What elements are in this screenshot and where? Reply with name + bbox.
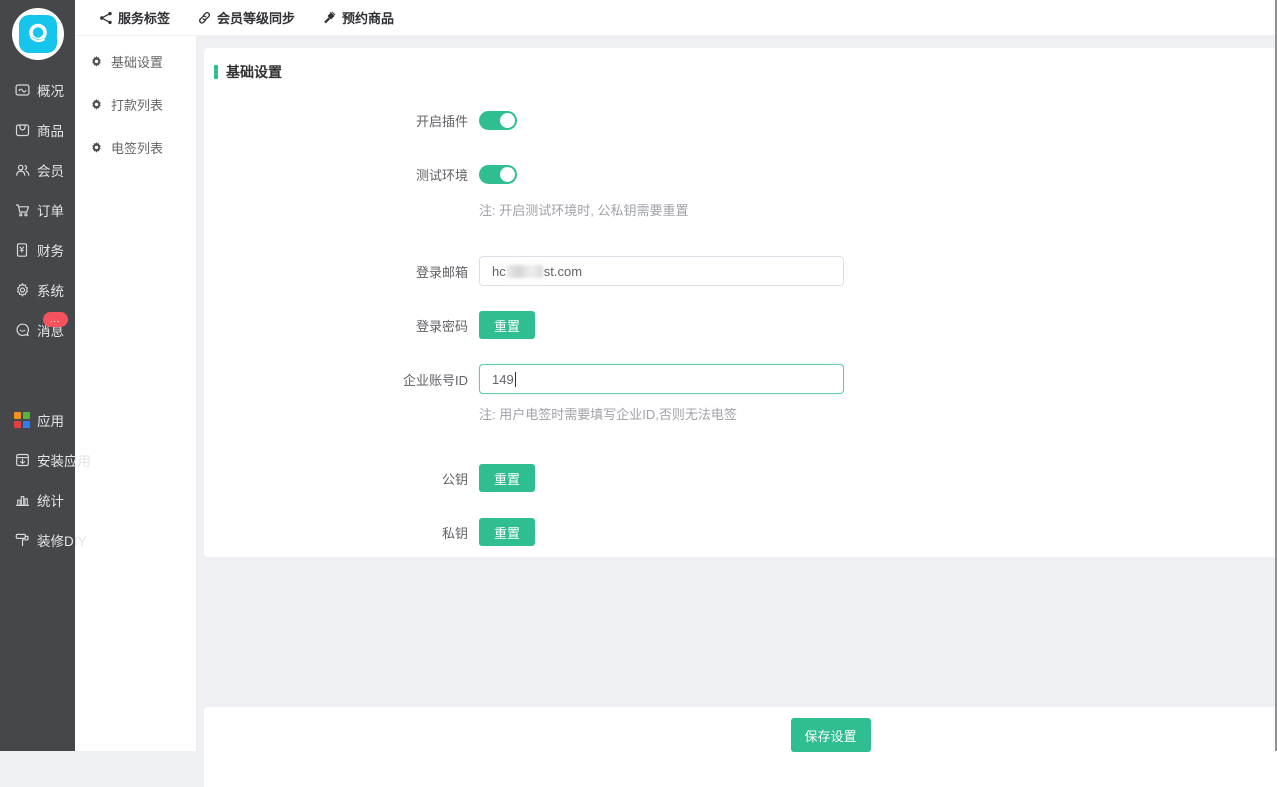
logo-icon [19, 15, 57, 53]
sidebar-item-label: 会员 [37, 160, 64, 180]
sidebar-gap [0, 350, 75, 400]
sidebar-nav: 概况 商品 会员 订单 [0, 70, 75, 560]
tab-label: 预约商品 [342, 8, 394, 27]
text-cursor [515, 372, 516, 387]
form-row-public-key: 公钥 重置 [204, 464, 1277, 492]
gear-icon [90, 55, 103, 68]
sidebar-item-label: 商品 [37, 120, 64, 140]
sidebar-item-apps[interactable]: 应用 [0, 400, 75, 440]
panel-header: 基础设置 [204, 48, 1277, 82]
basic-settings-panel: 基础设置 开启插件 测试环境 注: 开启测试环境时, 公私钥需要重置 登录邮箱 [204, 48, 1277, 557]
share-icon [99, 11, 113, 25]
sidebar-item-basic-settings[interactable]: 基础设置 [75, 40, 196, 83]
password-label: 登录密码 [204, 316, 468, 335]
sidebar-item-label: 系统 [37, 280, 64, 300]
top-tab-bar: 服务标签 会员等级同步 预约商品 [75, 0, 1277, 36]
sidebar-item-overview[interactable]: 概况 [0, 70, 75, 110]
public-key-reset-button[interactable]: 重置 [479, 464, 535, 492]
email-redacted-chunk [507, 265, 543, 278]
sidebar-item-goods[interactable]: 商品 [0, 110, 75, 150]
form-row-email: 登录邮箱 hc st.com [204, 256, 1277, 286]
sidebar-item-payment-list[interactable]: 打款列表 [75, 83, 196, 126]
plugin-label: 开启插件 [204, 111, 468, 130]
footer-action-bar: 保存设置 [204, 707, 1277, 787]
goods-icon [13, 122, 31, 138]
sidebar-item-messages[interactable]: ... 消息 [0, 310, 75, 350]
email-value-suffix: st.com [544, 264, 582, 279]
sidebar-item-label: 安装应用 [37, 450, 91, 470]
panel-title: 基础设置 [226, 62, 282, 82]
password-reset-button[interactable]: 重置 [479, 311, 535, 339]
orders-icon [13, 202, 31, 218]
sidebar-item-esign-list[interactable]: 电签列表 [75, 126, 196, 169]
decorate-diy-icon [13, 532, 31, 548]
main-sidebar: 概况 商品 会员 订单 [0, 0, 75, 751]
messages-badge: ... [43, 312, 68, 327]
finance-icon [13, 242, 31, 258]
enterprise-id-label: 企业账号ID [204, 370, 468, 389]
public-key-label: 公钥 [204, 469, 468, 488]
gear-icon [90, 141, 103, 154]
sidebar-item-system[interactable]: 系统 [0, 270, 75, 310]
statistics-icon [13, 492, 31, 508]
tab-reserve-goods[interactable]: 预约商品 [309, 0, 408, 36]
settings-sidebar: 基础设置 打款列表 电签列表 [75, 36, 197, 751]
sidebar-item-orders[interactable]: 订单 [0, 190, 75, 230]
tab-label: 服务标签 [118, 8, 170, 27]
sidebar-item-label: 打款列表 [111, 95, 163, 114]
sidebar-item-label: 统计 [37, 490, 64, 510]
form-row-test-env: 测试环境 [204, 165, 1277, 184]
install-app-icon [13, 452, 31, 468]
apps-icon [13, 412, 31, 428]
members-icon [13, 162, 31, 178]
toggle-knob [500, 167, 515, 182]
logo-circle [12, 8, 64, 60]
form-row-private-key: 私钥 重置 [204, 518, 1277, 546]
save-settings-button[interactable]: 保存设置 [791, 718, 871, 752]
email-label: 登录邮箱 [204, 262, 468, 281]
system-icon [13, 282, 31, 298]
tab-service-tags[interactable]: 服务标签 [85, 0, 184, 36]
enterprise-id-note: 注: 用户电签时需要填写企业ID,否则无法电签 [479, 404, 1277, 423]
app-logo[interactable] [0, 0, 75, 60]
gear-icon [90, 98, 103, 111]
sidebar-item-label: 财务 [37, 240, 64, 260]
email-field[interactable]: hc st.com [479, 256, 844, 286]
test-env-note: 注: 开启测试环境时, 公私钥需要重置 [479, 200, 1277, 219]
sidebar-item-decorate-diy[interactable]: 装修DIY [0, 520, 75, 560]
email-value-prefix: hc [492, 264, 506, 279]
form-row-password: 登录密码 重置 [204, 311, 1277, 339]
tab-label: 会员等级同步 [217, 8, 295, 27]
form-row-enterprise-id: 企业账号ID 149 [204, 364, 1277, 394]
app-window: 概况 商品 会员 订单 [0, 0, 1277, 751]
sidebar-item-members[interactable]: 会员 [0, 150, 75, 190]
private-key-reset-button[interactable]: 重置 [479, 518, 535, 546]
sidebar-item-finance[interactable]: 财务 [0, 230, 75, 270]
dashboard-icon [13, 82, 31, 98]
enterprise-id-field[interactable]: 149 [479, 364, 844, 394]
gavel-icon [323, 11, 337, 25]
sidebar-item-label: 订单 [37, 200, 64, 220]
messages-icon: ... [13, 322, 31, 338]
form-row-plugin: 开启插件 [204, 111, 1277, 130]
test-env-toggle[interactable] [479, 165, 517, 184]
enterprise-id-value: 149 [492, 372, 514, 387]
sidebar-item-label: 基础设置 [111, 52, 163, 71]
sidebar-item-install-app[interactable]: 安装应用 [0, 440, 75, 480]
link-icon [198, 11, 212, 25]
tab-member-level-sync[interactable]: 会员等级同步 [184, 0, 309, 36]
sidebar-item-label: 装修DIY [37, 530, 87, 550]
sidebar-item-statistics[interactable]: 统计 [0, 480, 75, 520]
title-accent-bar [214, 65, 218, 79]
plugin-toggle[interactable] [479, 111, 517, 130]
private-key-label: 私钥 [204, 523, 468, 542]
main-content: 基础设置 开启插件 测试环境 注: 开启测试环境时, 公私钥需要重置 登录邮箱 [197, 36, 1277, 751]
sidebar-item-label: 应用 [37, 410, 64, 430]
toggle-knob [500, 113, 515, 128]
sidebar-item-label: 概况 [37, 80, 64, 100]
sidebar-item-label: 电签列表 [111, 138, 163, 157]
test-env-label: 测试环境 [204, 165, 468, 184]
